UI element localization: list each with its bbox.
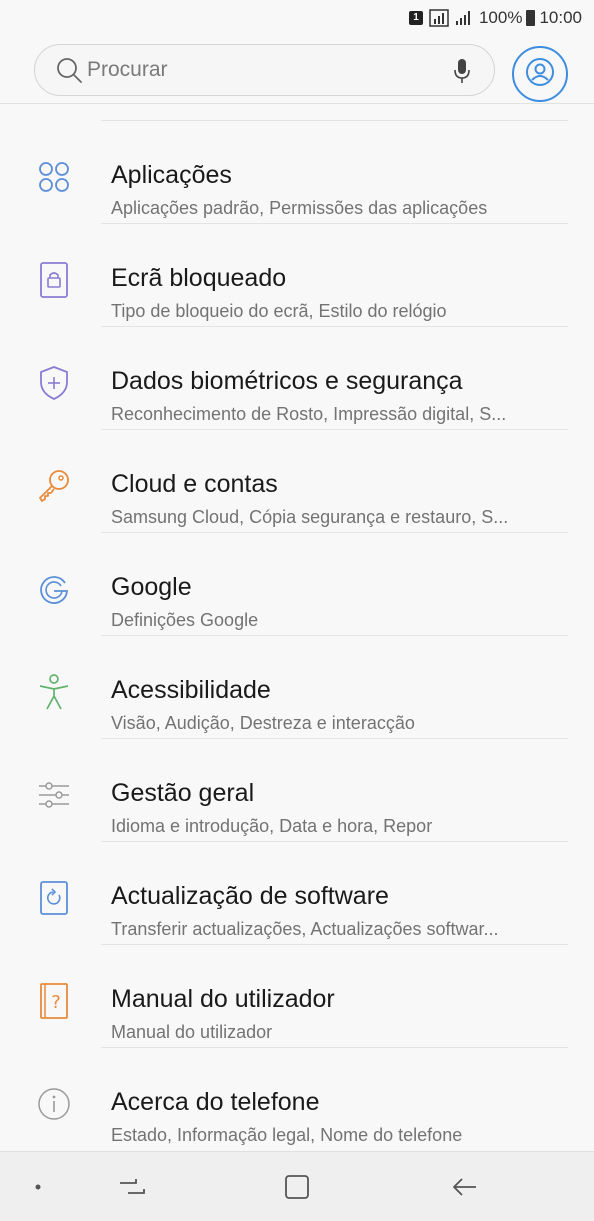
settings-item-acerca-telefone[interactable]: Acerca do telefone Estado, Informação le… (0, 1048, 594, 1151)
battery-icon (526, 10, 536, 26)
svg-text:?: ? (51, 992, 61, 1013)
search-icon (55, 56, 83, 84)
lock-screen-icon (36, 262, 72, 298)
battery-percent: 100% (478, 8, 523, 27)
account-icon (525, 57, 555, 92)
settings-item-manual-utilizador[interactable]: ? Manual do utilizador Manual do utiliza… (0, 945, 594, 1048)
shield-icon (36, 365, 72, 401)
recent-apps-icon[interactable] (112, 1172, 152, 1202)
sliders-icon (36, 777, 72, 813)
microphone-icon[interactable] (452, 57, 472, 85)
settings-item-cloud-contas[interactable]: Cloud e contas Samsung Cloud, Cópia segu… (0, 430, 594, 533)
signal-strength-icon (455, 10, 473, 26)
info-icon (36, 1086, 72, 1122)
item-subtitle: Definições Google (111, 610, 259, 630)
search-bar[interactable] (34, 44, 495, 96)
item-subtitle: Transferir actualizações, Actualizações … (111, 919, 499, 939)
accessibility-icon (36, 674, 72, 710)
settings-item-actualizacao-software[interactable]: Actualização de software Transferir actu… (0, 842, 594, 945)
home-button-icon[interactable] (277, 1172, 317, 1202)
item-subtitle: Samsung Cloud, Cópia segurança e restaur… (111, 507, 509, 527)
search-input[interactable] (87, 58, 427, 82)
item-title: Dados biométricos e segurança (111, 367, 463, 395)
key-icon (36, 468, 72, 504)
profile-button[interactable] (512, 46, 568, 102)
item-title: Acerca do telefone (111, 1088, 320, 1116)
sim-indicator: 1 (408, 11, 423, 25)
status-bar: 1 100% 10:00 (0, 0, 594, 36)
settings-item-gestao-geral[interactable]: Gestão geral Idioma e introdução, Data e… (0, 739, 594, 842)
item-title: Manual do utilizador (111, 985, 335, 1013)
item-subtitle: Reconhecimento de Rosto, Impressão digit… (111, 404, 507, 424)
navigation-bar (0, 1151, 594, 1221)
settings-item-dados-biometricos[interactable]: Dados biométricos e segurança Reconhecim… (0, 327, 594, 430)
apps-icon (36, 159, 72, 195)
item-title: Gestão geral (111, 779, 255, 807)
item-subtitle: Visão, Audição, Destreza e interacção (111, 713, 415, 733)
item-title: Aplicações (111, 161, 232, 189)
user-manual-icon: ? (36, 983, 72, 1019)
clock: 10:00 (539, 8, 582, 27)
item-title: Google (111, 573, 192, 601)
google-icon (36, 571, 72, 607)
settings-item-google[interactable]: Google Definições Google (0, 533, 594, 636)
item-title: Ecrã bloqueado (111, 264, 287, 292)
item-subtitle: Tipo de bloqueio do ecrã, Estilo do reló… (111, 301, 447, 321)
software-update-icon (36, 880, 72, 916)
signal-box-icon (429, 9, 449, 27)
back-arrow-icon[interactable] (444, 1172, 484, 1202)
settings-screen: 1 100% 10:00 Procurar Aplicações Aplicaç… (0, 0, 594, 1221)
search-header (0, 36, 594, 104)
settings-item-acessibilidade[interactable]: Acessibilidade Visão, Audição, Destreza … (0, 636, 594, 739)
settings-item-aplicacoes[interactable]: Aplicações Aplicações padrão, Permissões… (0, 121, 594, 224)
item-title: Cloud e contas (111, 470, 278, 498)
item-title: Actualização de software (111, 882, 389, 910)
item-subtitle: Idioma e introdução, Data e hora, Repor (111, 816, 433, 836)
item-subtitle: Manual do utilizador (111, 1022, 273, 1042)
item-subtitle: Estado, Informação legal, Nome do telefo… (111, 1125, 463, 1145)
item-subtitle: Aplicações padrão, Permissões das aplica… (111, 198, 488, 218)
item-title: Acessibilidade (111, 676, 271, 704)
nav-dot-icon[interactable] (18, 1172, 58, 1202)
settings-item-ecra-bloqueado[interactable]: Ecrã bloqueado Tipo de bloqueio do ecrã,… (0, 224, 594, 327)
